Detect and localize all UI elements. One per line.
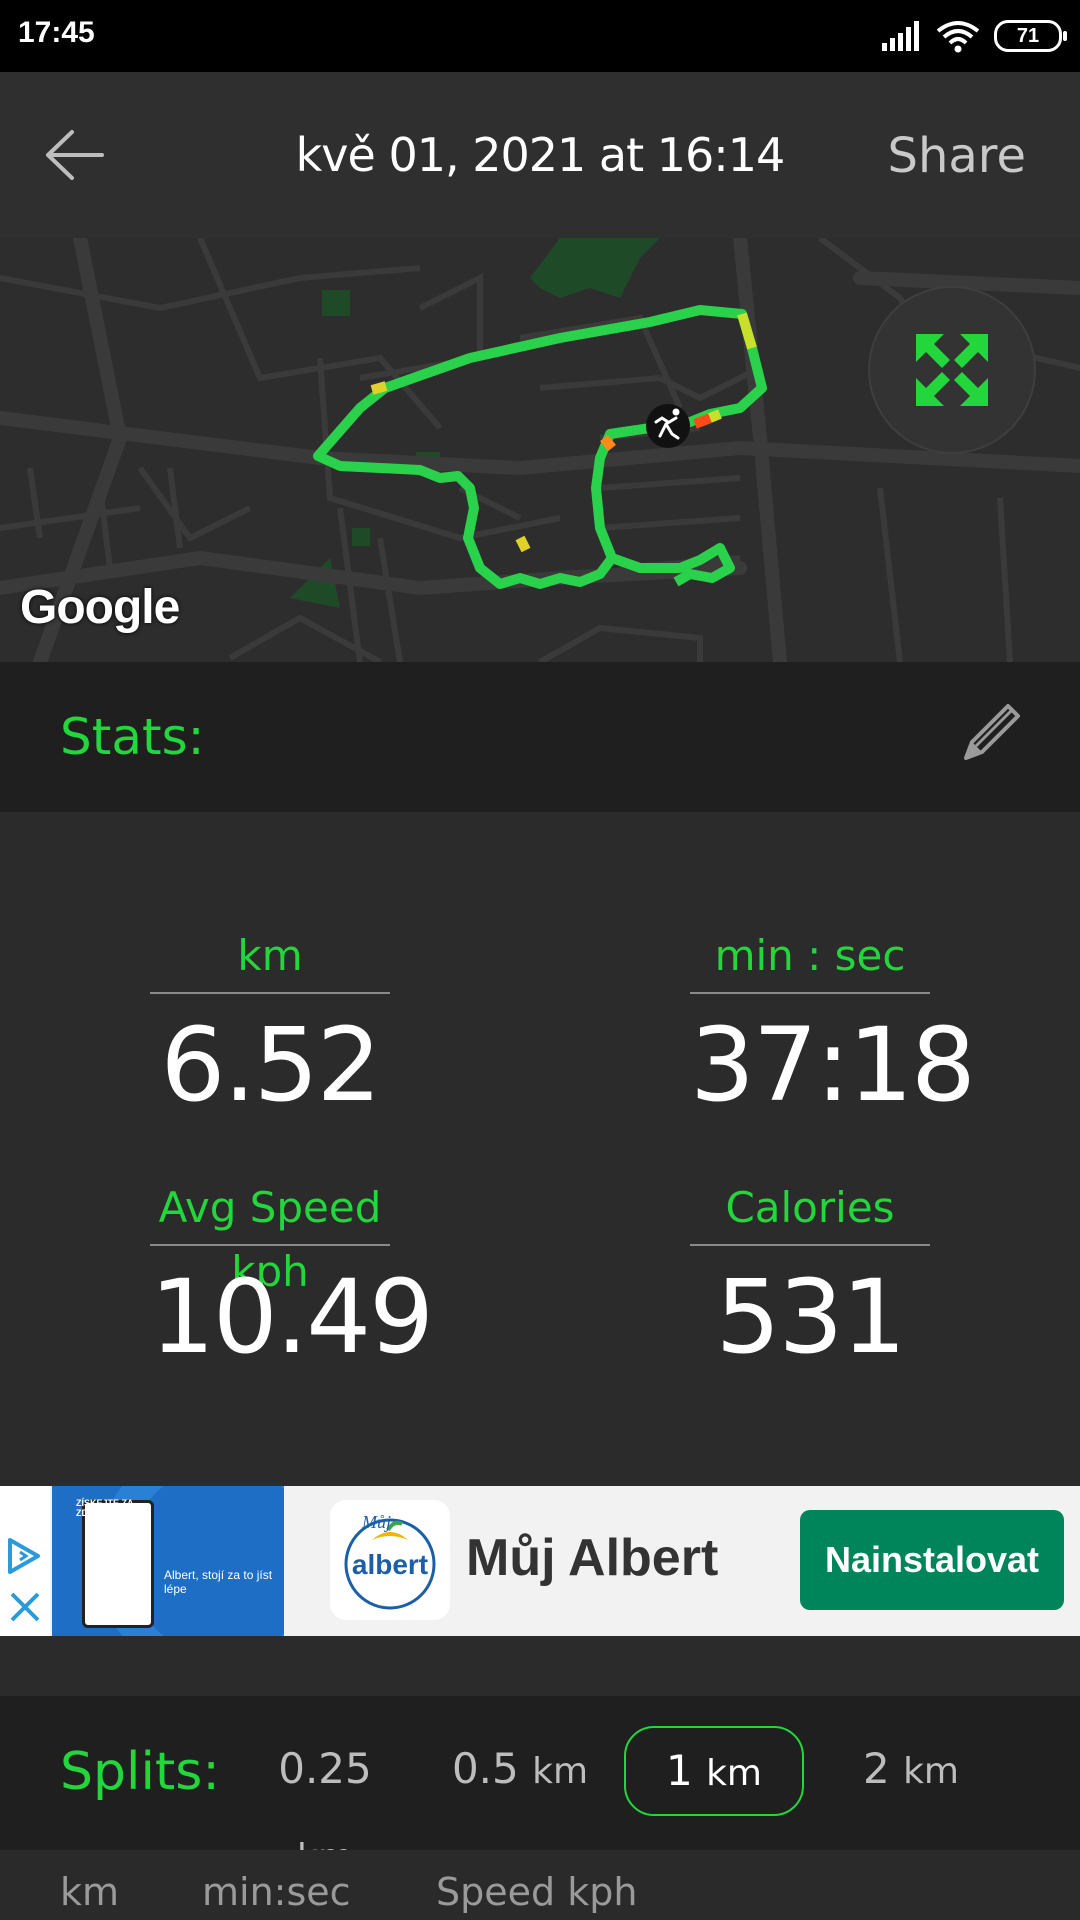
split-option-1km[interactable]: 1 km — [624, 1726, 804, 1816]
stats-title: Stats: — [60, 708, 205, 766]
splits-title: Splits: — [60, 1742, 220, 1802]
split-option-0-5km[interactable]: 0.5 km — [448, 1726, 592, 1812]
share-button[interactable]: Share — [887, 128, 1026, 184]
ad-image[interactable]: ZÍSKEJTE ZA ZDRAVÉ JÍDLO Albert, stojí z… — [52, 1486, 284, 1636]
status-icons: 71 — [882, 18, 1067, 54]
stat-distance: km 6.52 — [150, 924, 390, 1125]
status-bar: 17:45 71 — [0, 0, 1080, 72]
column-header-time: min:sec — [202, 1870, 351, 1914]
ad-install-button[interactable]: Nainstalovat — [800, 1510, 1064, 1610]
split-unit: km — [706, 1753, 762, 1794]
splits-bar: Splits: 0.25 km 0.5 km 1 km 2 km — [0, 1696, 1080, 1878]
stat-label: Avg Speed kph — [150, 1176, 390, 1296]
battery-level: 71 — [1016, 24, 1040, 47]
edit-pencil-icon[interactable] — [956, 698, 1026, 768]
stat-label: min : sec — [690, 924, 930, 994]
split-unit: km — [532, 1751, 589, 1792]
wifi-icon — [936, 21, 980, 53]
fullscreen-expand-icon — [916, 334, 988, 406]
splits-table-header: km min:sec Speed kph — [0, 1850, 1080, 1920]
stat-value: 37:18 — [690, 1006, 976, 1125]
stat-label: Calories — [690, 1176, 930, 1246]
google-attribution: Google — [20, 581, 180, 634]
page-title: kvě 01, 2021 at 16:14 — [295, 128, 786, 182]
split-unit: km — [903, 1751, 959, 1792]
albert-logo-mark: albert Můj — [344, 1512, 436, 1610]
split-option-0-25km[interactable]: 0.25 km — [250, 1726, 400, 1878]
route-map[interactable]: Google — [0, 238, 1080, 662]
split-value: 0.25 — [278, 1744, 372, 1793]
back-arrow-icon[interactable] — [40, 122, 110, 188]
stats-header: Stats: — [0, 662, 1080, 812]
stat-value: 531 — [715, 1258, 907, 1377]
ad-image-text: Albert, stojí za to jíst lépe — [164, 1568, 273, 1596]
app-bar: kvě 01, 2021 at 16:14 Share — [0, 72, 1080, 238]
albert-logo: albert Můj — [330, 1500, 450, 1620]
stat-duration: min : sec 37:18 — [690, 924, 976, 1125]
split-value: 1 — [665, 1746, 693, 1795]
ad-choices-icon[interactable] — [0, 1526, 50, 1586]
signal-icon — [882, 21, 919, 51]
stat-value: 10.49 — [150, 1258, 434, 1377]
albert-logo-script: Můj — [361, 1512, 391, 1532]
ad-close-icon[interactable] — [0, 1586, 50, 1630]
column-header-km: km — [60, 1870, 120, 1914]
stat-value: 6.52 — [160, 1006, 381, 1125]
ad-phone-image — [82, 1500, 154, 1628]
expand-map-button[interactable] — [868, 286, 1036, 454]
stat-calories: Calories 531 — [690, 1176, 930, 1377]
stat-label: km — [150, 924, 390, 994]
ad-banner[interactable]: ZÍSKEJTE ZA ZDRAVÉ JÍDLO Albert, stojí z… — [0, 1486, 1080, 1636]
column-header-speed: Speed kph — [436, 1870, 638, 1914]
ad-controls — [0, 1486, 50, 1636]
split-value: 2 — [862, 1744, 890, 1793]
runner-marker-icon — [646, 404, 690, 448]
split-option-2km[interactable]: 2 km — [846, 1726, 976, 1812]
stat-avg-speed: Avg Speed kph 10.49 — [150, 1176, 434, 1377]
status-time: 17:45 — [18, 16, 95, 49]
battery-icon: 71 — [994, 20, 1067, 52]
split-value: 0.5 — [451, 1744, 519, 1793]
ad-image-badge: ZÍSKEJTE ZA ZDRAVÉ JÍDLO — [76, 1498, 142, 1518]
ad-app-name: Můj Albert — [466, 1529, 719, 1587]
albert-logo-text: albert — [352, 1549, 428, 1580]
